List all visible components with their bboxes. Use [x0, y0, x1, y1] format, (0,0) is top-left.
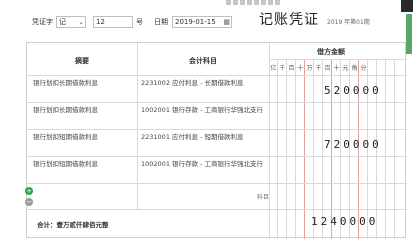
calendar-icon[interactable]: ▦ [223, 17, 230, 27]
tab-indicator [240, 0, 245, 5]
voucher-number-value: 12 [96, 18, 105, 26]
top-strip [0, 0, 413, 12]
digit-label: 元 [342, 65, 349, 72]
digit-label: 十 [297, 65, 304, 72]
row-1-account[interactable]: 2231002 应付利息 - 长期借款利息 [141, 79, 244, 88]
row-5-account-placeholder[interactable]: 科目 [257, 193, 269, 202]
digit-label: 万 [306, 65, 313, 72]
date-label: 日期 [154, 18, 168, 26]
tab-indicator [226, 0, 231, 5]
digit-label: 百 [288, 65, 295, 72]
voucher-word-label: 凭证字 [32, 18, 53, 26]
window-corner [401, 0, 413, 12]
tab-indicator [247, 0, 252, 5]
tab-indicator [275, 0, 280, 5]
voucher-number-input[interactable]: 12 [93, 16, 133, 28]
plus-circle-icon[interactable]: + [25, 187, 33, 195]
date-value: 2019-01-15 [175, 18, 216, 26]
voucher-table: 摘要 会计科目 借方金额 亿 千 百 十 万 千 百 十 元 角 分 银行划扣长… [26, 42, 407, 239]
chevron-down-icon: ⌄ [78, 18, 84, 26]
row-2-summary[interactable]: 银行划扣长期借款利息 [33, 106, 98, 115]
total-amount: 1240000 [311, 215, 379, 228]
voucher-word-select[interactable]: 记 ⌄ [56, 16, 86, 28]
total-label: 合计：壹万贰仟肆佰元整 [37, 221, 109, 229]
row-2-account[interactable]: 1002001 银行存款 - 工商银行华强北支行 [141, 106, 263, 115]
row-3-amount[interactable]: 720000 [324, 138, 382, 151]
header-account: 会计科目 [189, 57, 217, 65]
digit-label: 亿 [270, 65, 277, 72]
digit-label: 千 [279, 65, 286, 72]
digit-label: 十 [333, 65, 340, 72]
row-3-summary[interactable]: 银行划扣短期借款利息 [33, 133, 98, 142]
row-1-summary[interactable]: 银行划扣长期借款利息 [33, 79, 98, 88]
period-label: 2019 年第01期 [327, 19, 370, 26]
digit-label: 百 [324, 65, 331, 72]
tab-indicator [268, 0, 273, 5]
voucher-word-value: 记 [59, 18, 66, 26]
tab-indicator [254, 0, 259, 5]
row-1-amount[interactable]: 520000 [324, 84, 382, 97]
row-4-account[interactable]: 1002001 银行存款 - 工商银行华强北支行 [141, 160, 263, 169]
tab-indicator [233, 0, 238, 5]
row-3-account[interactable]: 2231001 应付利息 - 短期借款利息 [141, 133, 244, 142]
header-amount: 借方金额 [317, 48, 345, 56]
date-input[interactable]: 2019-01-15 ▦ [172, 16, 232, 28]
minus-circle-icon[interactable]: − [25, 198, 33, 206]
digit-label: 角 [351, 65, 358, 72]
number-suffix: 号 [136, 18, 143, 26]
header-summary: 摘要 [75, 57, 89, 65]
digit-label: 千 [315, 65, 322, 72]
row-4-summary[interactable]: 银行划扣短期借款利息 [33, 160, 98, 169]
digit-label: 分 [360, 65, 367, 72]
page-title: 记账凭证 [259, 12, 319, 28]
tab-indicator [261, 0, 266, 5]
